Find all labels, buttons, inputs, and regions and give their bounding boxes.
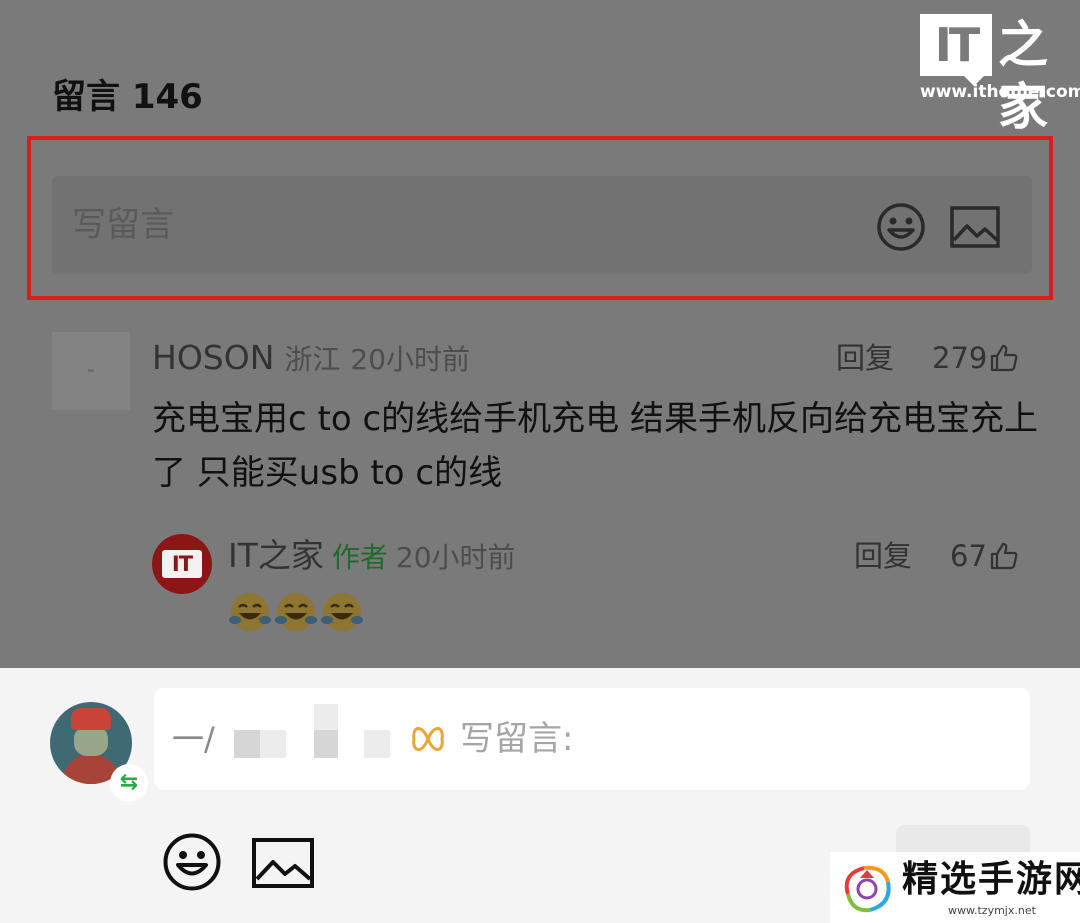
comment-like-button[interactable]: 279 xyxy=(932,338,1019,378)
ithome-url: www.ithome.com xyxy=(920,82,1080,102)
input-nickname-prefix: 一/ xyxy=(172,720,215,758)
tzymjx-logo-icon xyxy=(844,865,891,913)
comment-like-count: 279 xyxy=(932,341,988,375)
comment-text: 充电宝用c to c的线给手机充电 结果手机反向给充电宝充上了 只能买usb t… xyxy=(152,399,1038,493)
reply-reply-button[interactable]: 回复 xyxy=(854,536,912,576)
ithome-logo-char: 之家 xyxy=(998,16,1048,136)
comment-reply-button[interactable]: 回复 xyxy=(836,338,894,378)
ithome-watermark: IT 之家 www.ithome.com xyxy=(918,14,1080,136)
thumbs-up-icon xyxy=(991,344,1018,372)
reply-like-button[interactable]: 67 xyxy=(950,536,1019,576)
reply-emoji-row xyxy=(228,590,364,634)
comments-overlay: IT 之家 www.ithome.com 留言 146 写留言 HOSON 浙江 2… xyxy=(0,0,1080,668)
tzymjx-name: 精选手游网 xyxy=(902,859,1080,900)
author-avatar-logo: IT xyxy=(162,550,202,578)
switch-account-icon[interactable]: ⇆ xyxy=(110,764,148,802)
thumbs-up-icon xyxy=(990,542,1018,570)
author-avatar[interactable]: IT xyxy=(152,534,212,594)
comment-time: 20小时前 xyxy=(350,343,471,376)
laughing-crying-emoji-icon xyxy=(229,593,271,631)
tzymjx-url: www.tzymjx.net xyxy=(948,904,1036,917)
write-comment-bar[interactable]: 写留言 xyxy=(52,176,1032,274)
avatar[interactable] xyxy=(52,332,130,410)
author-badge: 作者 xyxy=(331,541,388,574)
redacted-nickname xyxy=(234,730,260,758)
comments-count-title: 留言 146 xyxy=(52,77,203,117)
comment-input-placeholder: 写留言: xyxy=(460,719,574,759)
reply-like-count: 67 xyxy=(950,539,987,573)
comment-username[interactable]: HOSON xyxy=(152,338,274,377)
comment-region: 浙江 xyxy=(284,343,341,376)
reply-username[interactable]: IT之家 xyxy=(228,536,324,575)
write-comment-placeholder: 写留言 xyxy=(72,205,174,245)
laughing-crying-emoji-icon xyxy=(321,593,363,631)
comment-input[interactable]: 一/ 写留言: xyxy=(154,688,1030,790)
image-icon[interactable] xyxy=(252,838,314,888)
bow-icon xyxy=(412,727,444,751)
smiley-icon[interactable] xyxy=(876,202,926,252)
reply-header: IT之家 作者 20小时前 xyxy=(228,534,516,580)
smiley-icon[interactable] xyxy=(162,832,222,892)
tzymjx-watermark: 精选手游网 www.tzymjx.net xyxy=(830,852,1080,923)
reply-time: 20小时前 xyxy=(395,541,516,574)
laughing-crying-emoji-icon xyxy=(275,593,317,631)
image-icon[interactable] xyxy=(950,206,1000,248)
comment-header: HOSON 浙江 20小时前 xyxy=(152,336,470,382)
ithome-logo-it: IT xyxy=(920,14,992,86)
